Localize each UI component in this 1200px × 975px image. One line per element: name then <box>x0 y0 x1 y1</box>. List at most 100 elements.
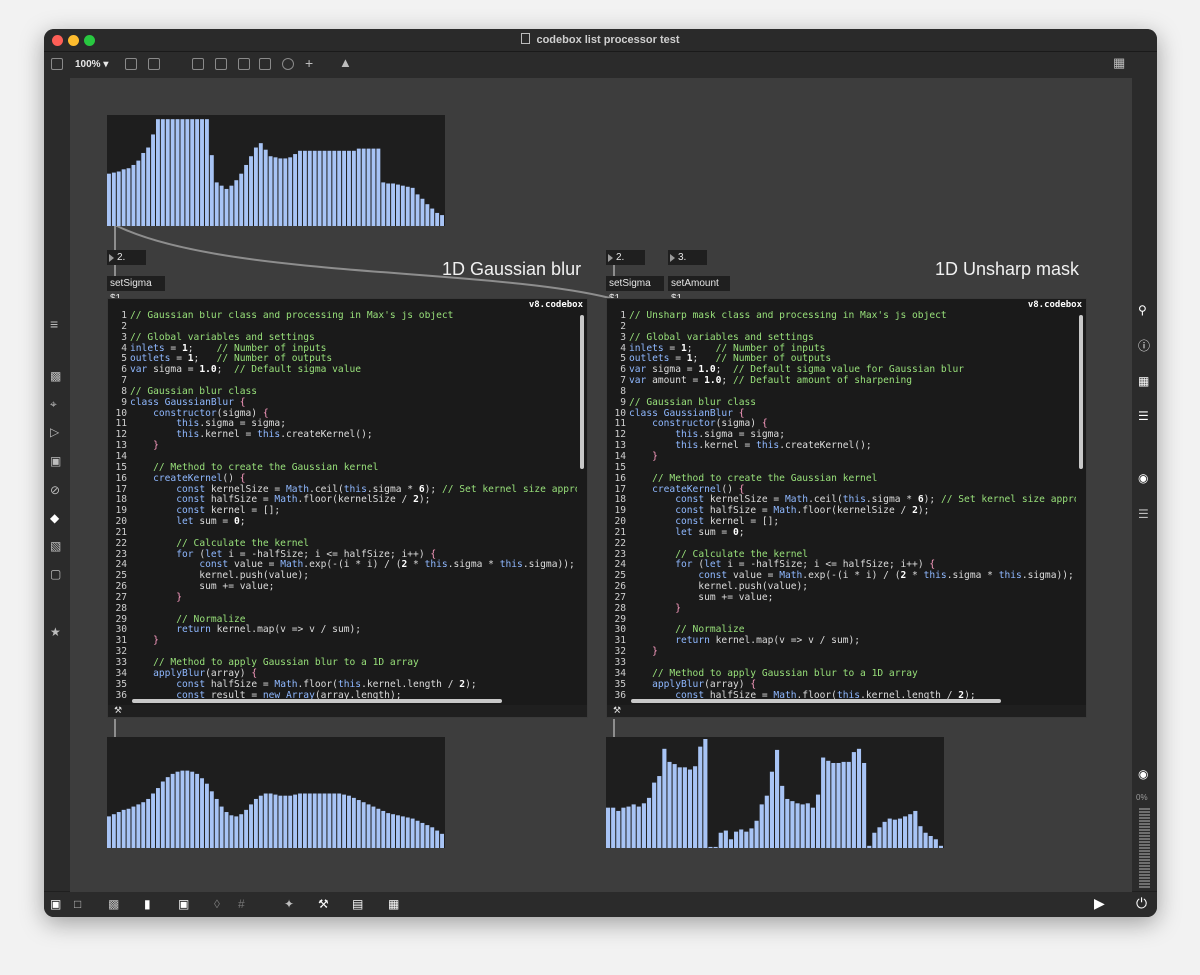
code-editor[interactable]: 1// Gaussian blur class and processing i… <box>108 311 577 701</box>
slider-bar[interactable] <box>687 769 693 848</box>
slider-bar[interactable] <box>693 766 698 848</box>
slider-bar[interactable] <box>361 802 366 848</box>
slider-bar[interactable] <box>116 812 121 848</box>
slider-bar[interactable] <box>785 798 790 848</box>
slider-bar[interactable] <box>200 778 204 848</box>
slider-bar[interactable] <box>136 160 141 226</box>
media-icon[interactable]: ▷ <box>50 426 59 438</box>
slider-bar[interactable] <box>141 152 146 226</box>
multislider-input[interactable] <box>107 115 445 226</box>
slider-bar[interactable] <box>224 812 229 848</box>
slider-bar[interactable] <box>253 147 258 226</box>
comment-icon[interactable]: ▮ <box>144 898 151 910</box>
new-message-icon[interactable] <box>148 58 160 70</box>
slider-bar[interactable] <box>611 807 616 848</box>
slider-bar[interactable] <box>151 793 155 849</box>
info-icon[interactable]: ⓘ <box>1138 340 1150 352</box>
slider-bar[interactable] <box>396 815 400 848</box>
camera-icon[interactable]: ◉ <box>1138 472 1148 484</box>
slider-bar[interactable] <box>928 836 933 848</box>
slider-bar[interactable] <box>312 793 317 849</box>
slider-bar[interactable] <box>652 782 657 848</box>
slider-bar[interactable] <box>903 816 908 848</box>
search-icon[interactable]: ⚲ <box>1138 304 1147 316</box>
slider-bar[interactable] <box>744 831 749 848</box>
slider-bar[interactable] <box>821 757 826 848</box>
slider-bar[interactable] <box>657 776 662 848</box>
slider-bar[interactable] <box>337 150 342 226</box>
slider-bar[interactable] <box>239 814 244 848</box>
slider-bar[interactable] <box>405 817 410 848</box>
slider-bar[interactable] <box>195 773 200 848</box>
slider-bar[interactable] <box>283 795 288 848</box>
slider-bar[interactable] <box>877 827 882 848</box>
slider-bar[interactable] <box>263 149 268 226</box>
slider-bar[interactable] <box>440 215 444 226</box>
slider-bar[interactable] <box>764 795 769 848</box>
slider-bar[interactable] <box>312 150 317 226</box>
slider-bar[interactable] <box>749 828 754 848</box>
slider-bar[interactable] <box>302 793 307 849</box>
slider-bar[interactable] <box>908 814 913 848</box>
grid-menu-icon[interactable]: ▦ <box>1113 56 1125 69</box>
slider-bar[interactable] <box>111 814 116 848</box>
clip-icon[interactable]: ⊘ <box>50 484 60 496</box>
slider-bar[interactable] <box>728 839 734 848</box>
slider-bar[interactable] <box>327 150 332 226</box>
slider-bar[interactable] <box>175 771 180 848</box>
slider-bar[interactable] <box>386 813 391 848</box>
slider-bar[interactable] <box>938 845 943 848</box>
slider-bar[interactable] <box>126 808 131 848</box>
slider-bar[interactable] <box>107 173 111 226</box>
slider-bar[interactable] <box>376 148 381 226</box>
slider-bar[interactable] <box>229 185 234 226</box>
slider-bar[interactable] <box>209 791 214 848</box>
slider-bar[interactable] <box>126 168 131 226</box>
slider-bar[interactable] <box>400 185 405 226</box>
slider-bar[interactable] <box>258 795 263 848</box>
slider-bar[interactable] <box>209 155 214 226</box>
slider-bar[interactable] <box>131 806 136 848</box>
slider-bar[interactable] <box>253 798 258 848</box>
slider-bar[interactable] <box>682 767 687 848</box>
new-object-icon[interactable] <box>125 58 137 70</box>
audio-on-icon[interactable]: ◉ <box>1138 768 1148 780</box>
slider-bar[interactable] <box>146 147 151 226</box>
slider-bar[interactable] <box>739 829 744 848</box>
power-icon[interactable]: ⏻ <box>1136 896 1147 910</box>
slider-bar[interactable] <box>347 795 351 848</box>
slider-bar[interactable] <box>713 846 718 848</box>
slider-bar[interactable] <box>165 119 170 226</box>
slider-bar[interactable] <box>283 158 288 226</box>
slider-bar[interactable] <box>371 806 376 848</box>
slider-bar[interactable] <box>342 794 347 848</box>
slider-bar[interactable] <box>263 793 268 849</box>
gaussian-codebox[interactable]: v8.codebox 1// Gaussian blur class and p… <box>107 298 588 718</box>
list-view-icon[interactable]: ☰ <box>1138 410 1149 422</box>
slider-bar[interactable] <box>170 119 175 226</box>
slider-bar[interactable] <box>376 808 381 848</box>
slider-bar[interactable] <box>734 831 739 848</box>
lock-icon[interactable]: ▣ <box>50 898 61 910</box>
setsigma-message[interactable]: setSigma $1 <box>107 276 165 304</box>
slider-bar[interactable] <box>425 204 430 226</box>
slider-object-icon[interactable] <box>259 58 271 70</box>
sidebar-toggle-icon[interactable] <box>51 58 63 70</box>
amount-number-box[interactable]: 3. <box>668 250 707 265</box>
slider-bar[interactable] <box>641 803 646 848</box>
multislider-blur-output[interactable] <box>107 737 445 848</box>
slider-bar[interactable] <box>933 839 938 848</box>
slider-bar[interactable] <box>391 183 396 226</box>
slider-bar[interactable] <box>160 781 165 848</box>
slider-bar[interactable] <box>190 119 195 226</box>
slider-bar[interactable] <box>136 804 141 848</box>
slider-bar[interactable] <box>200 119 204 226</box>
slider-bar[interactable] <box>810 807 815 848</box>
slider-bar[interactable] <box>841 761 846 848</box>
slider-bar[interactable] <box>754 820 759 848</box>
slider-bar[interactable] <box>882 821 887 848</box>
transport-play-icon[interactable]: ▶ <box>1094 896 1105 910</box>
package-icon[interactable]: ▧ <box>50 540 61 552</box>
reference-book-icon[interactable]: ▦ <box>1138 375 1149 387</box>
slider-bar[interactable] <box>244 164 249 226</box>
